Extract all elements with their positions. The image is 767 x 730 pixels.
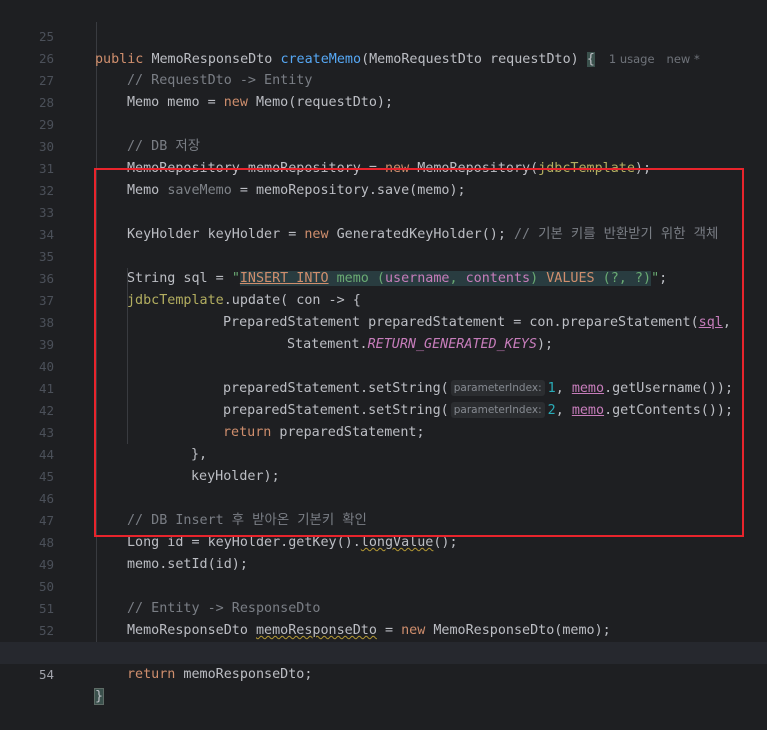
code-line[interactable]: 50 // Entity -> ResponseDto — [0, 554, 767, 616]
keyword: return — [127, 667, 176, 682]
code-line[interactable]: 26 // RequestDto -> Entity — [0, 26, 767, 88]
code-text: memoResponseDto; — [175, 667, 313, 682]
line-number: 54 — [38, 667, 54, 682]
code-line[interactable]: 28 — [0, 70, 767, 110]
code-line[interactable]: 31 Memo saveMemo = memoRepository.save(m… — [0, 136, 767, 198]
code-line[interactable]: 27 Memo memo = new Memo(requestDto); — [0, 48, 767, 110]
code-line[interactable]: 51 MemoResponseDto memoResponseDto = new… — [0, 576, 767, 638]
code-line[interactable]: 30 MemoRepository memoRepository = new M… — [0, 114, 767, 176]
matched-brace: } — [93, 688, 105, 705]
code-editor[interactable]: 25 public MemoResponseDto createMemo(Mem… — [0, 0, 767, 705]
code-line[interactable]: 53 return memoResponseDto; — [0, 620, 767, 682]
code-line[interactable]: 25 public MemoResponseDto createMemo(Mem… — [0, 4, 767, 67]
current-line[interactable]: 54 } — [0, 642, 767, 705]
code-line[interactable]: 29 // DB 저장 — [0, 92, 767, 154]
highlight-box — [94, 168, 744, 537]
code-line[interactable]: 52 — [0, 598, 767, 638]
